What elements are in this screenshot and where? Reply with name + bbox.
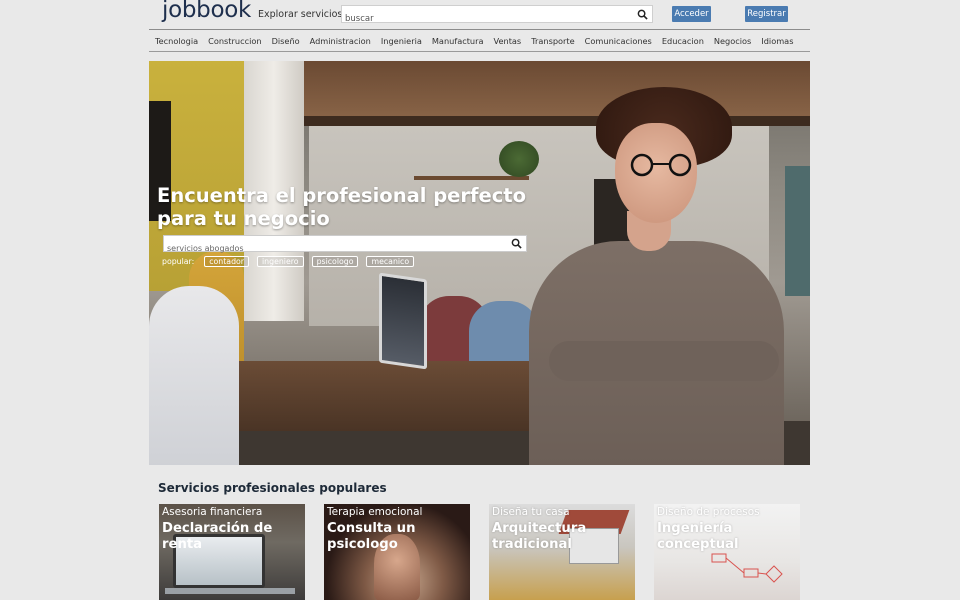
card-title: Ingeniería conceptual — [657, 521, 739, 552]
hero-banner: Encuentra el profesional perfecto para t… — [149, 61, 810, 465]
card-category: Diseña tu casa — [492, 506, 570, 518]
hero-search-box — [163, 235, 527, 256]
logo[interactable]: jobbook — [162, 0, 251, 23]
popular-searches: popular: contador ingeniero psicologo me… — [162, 255, 422, 268]
service-card-engineering[interactable]: Diseño de procesos Ingeniería conceptual — [654, 504, 800, 600]
service-card-architecture[interactable]: Diseña tu casa Arquitectura tradicional — [489, 504, 635, 600]
card-title: Arquitectura tradicional — [492, 521, 587, 552]
popular-tag-mecanico[interactable]: mecanico — [366, 256, 415, 267]
service-card-therapy[interactable]: Terapia emocional Consulta un psicologo — [324, 504, 470, 600]
explore-services-link[interactable]: Explorar servicios — [258, 9, 342, 20]
card-category: Diseño de procesos — [657, 506, 760, 518]
hero-photo-plant — [499, 141, 539, 177]
hero-photo-glasses — [630, 153, 692, 177]
nav-item-administracion[interactable]: Administracion — [310, 36, 371, 46]
category-nav: Tecnologia Construccion Diseño Administr… — [149, 30, 810, 51]
card-title: Declaración de renta — [162, 521, 273, 552]
popular-label: popular: — [162, 257, 195, 266]
register-button[interactable]: Registrar — [745, 6, 788, 22]
nav-item-tecnologia[interactable]: Tecnologia — [155, 36, 198, 46]
top-header: jobbook Explorar servicios Acceder Regis… — [0, 0, 960, 30]
login-button[interactable]: Acceder — [672, 6, 711, 22]
nav-item-construccion[interactable]: Construccion — [208, 36, 261, 46]
popular-tag-psicologo[interactable]: psicologo — [311, 256, 359, 267]
services-cards: Asesoria financiera Declaración de renta… — [159, 504, 800, 600]
nav-item-transporte[interactable]: Transporte — [531, 36, 574, 46]
service-card-financial[interactable]: Asesoria financiera Declaración de renta — [159, 504, 305, 600]
nav-divider — [149, 51, 810, 52]
nav-item-ventas[interactable]: Ventas — [494, 36, 522, 46]
nav-item-idiomas[interactable]: Idiomas — [761, 36, 793, 46]
nav-item-diseno[interactable]: Diseño — [272, 36, 300, 46]
search-icon[interactable] — [637, 9, 648, 20]
card-title: Consulta un psicologo — [327, 521, 416, 552]
nav-item-negocios[interactable]: Negocios — [714, 36, 751, 46]
search-icon[interactable] — [511, 238, 522, 249]
hero-photo-shelf — [414, 176, 529, 180]
hero-photo-beam — [299, 116, 810, 126]
nav-item-comunicaciones[interactable]: Comunicaciones — [585, 36, 652, 46]
hero-photo-monitor — [379, 272, 427, 370]
nav-item-ingenieria[interactable]: Ingenieria — [381, 36, 422, 46]
hero-photo-ceiling — [299, 61, 810, 121]
popular-tag-ingeniero[interactable]: ingeniero — [257, 256, 304, 267]
top-search-box — [341, 5, 653, 27]
hero-title: Encuentra el profesional perfecto para t… — [157, 184, 527, 230]
nav-item-manufactura[interactable]: Manufactura — [432, 36, 484, 46]
card-image-laptop-base — [165, 588, 295, 594]
card-category: Asesoria financiera — [162, 506, 263, 518]
hero-photo-window-right — [785, 166, 810, 296]
hero-photo-crossed-arms — [549, 341, 779, 381]
services-section-title: Servicios profesionales populares — [158, 481, 387, 495]
card-category: Terapia emocional — [327, 506, 423, 518]
nav-item-educacion[interactable]: Educacion — [662, 36, 704, 46]
hero-photo-person — [149, 286, 239, 465]
top-search-input[interactable] — [342, 11, 627, 27]
popular-tag-contador[interactable]: contador — [204, 256, 250, 267]
hero-search-input[interactable] — [164, 241, 504, 256]
